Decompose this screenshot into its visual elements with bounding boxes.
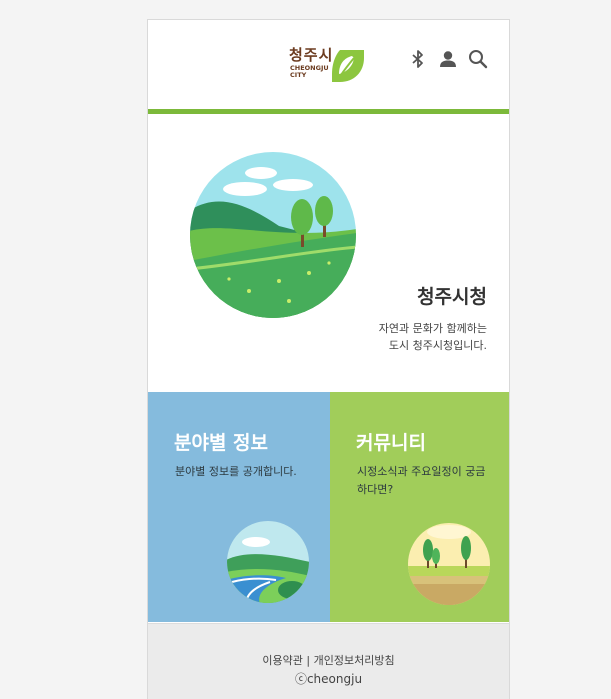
user-icon[interactable]	[437, 48, 459, 70]
logo-text-korean: 청주시	[289, 46, 334, 64]
card-title: 커뮤니티	[356, 432, 426, 454]
bluetooth-icon[interactable]	[407, 48, 429, 70]
hero-title: 청주시청	[417, 286, 487, 308]
footer-separator: |	[302, 654, 314, 667]
search-icon[interactable]	[467, 48, 489, 70]
app-frame: 청주시 CHEONGJU CITY 청주시청 자연과 문화가 함께하는 도시 청…	[147, 19, 510, 699]
landscape-illustration	[190, 152, 356, 318]
hero-description: 자연과 문화가 함께하는 도시 청주시청입니다.	[327, 320, 487, 354]
footer-links: 이용약관 | 개인정보처리방침	[148, 652, 509, 668]
field-landscape-icon	[408, 523, 490, 605]
card-community[interactable]: 커뮤니티 시정소식과 주요일정이 궁금하다면?	[330, 392, 509, 622]
hero-section: 청주시청 자연과 문화가 함께하는 도시 청주시청입니다.	[148, 114, 509, 392]
header: 청주시 CHEONGJU CITY	[148, 20, 509, 109]
privacy-policy-link[interactable]: 개인정보처리방침	[314, 654, 395, 667]
card-field-info[interactable]: 분야별 정보 분야별 정보를 공개합니다.	[148, 392, 330, 622]
card-title: 분야별 정보	[174, 432, 269, 454]
hero-description-line: 자연과 문화가 함께하는	[378, 322, 487, 335]
cheongju-logo[interactable]: 청주시 CHEONGJU CITY	[289, 42, 369, 86]
terms-link[interactable]: 이용약관	[262, 654, 302, 667]
card-description: 시정소식과 주요일정이 궁금하다면?	[357, 465, 486, 496]
footer: 이용약관 | 개인정보처리방침 ⓒcheongju	[148, 623, 509, 699]
river-landscape-icon	[227, 521, 309, 603]
card-description: 분야별 정보를 공개합니다.	[175, 465, 297, 478]
logo-text-english: CHEONGJU CITY	[290, 64, 329, 79]
logo-mark-icon	[332, 50, 364, 82]
copyright: ⓒcheongju	[294, 672, 363, 686]
hero-description-line: 도시 청주시청입니다.	[388, 339, 487, 352]
